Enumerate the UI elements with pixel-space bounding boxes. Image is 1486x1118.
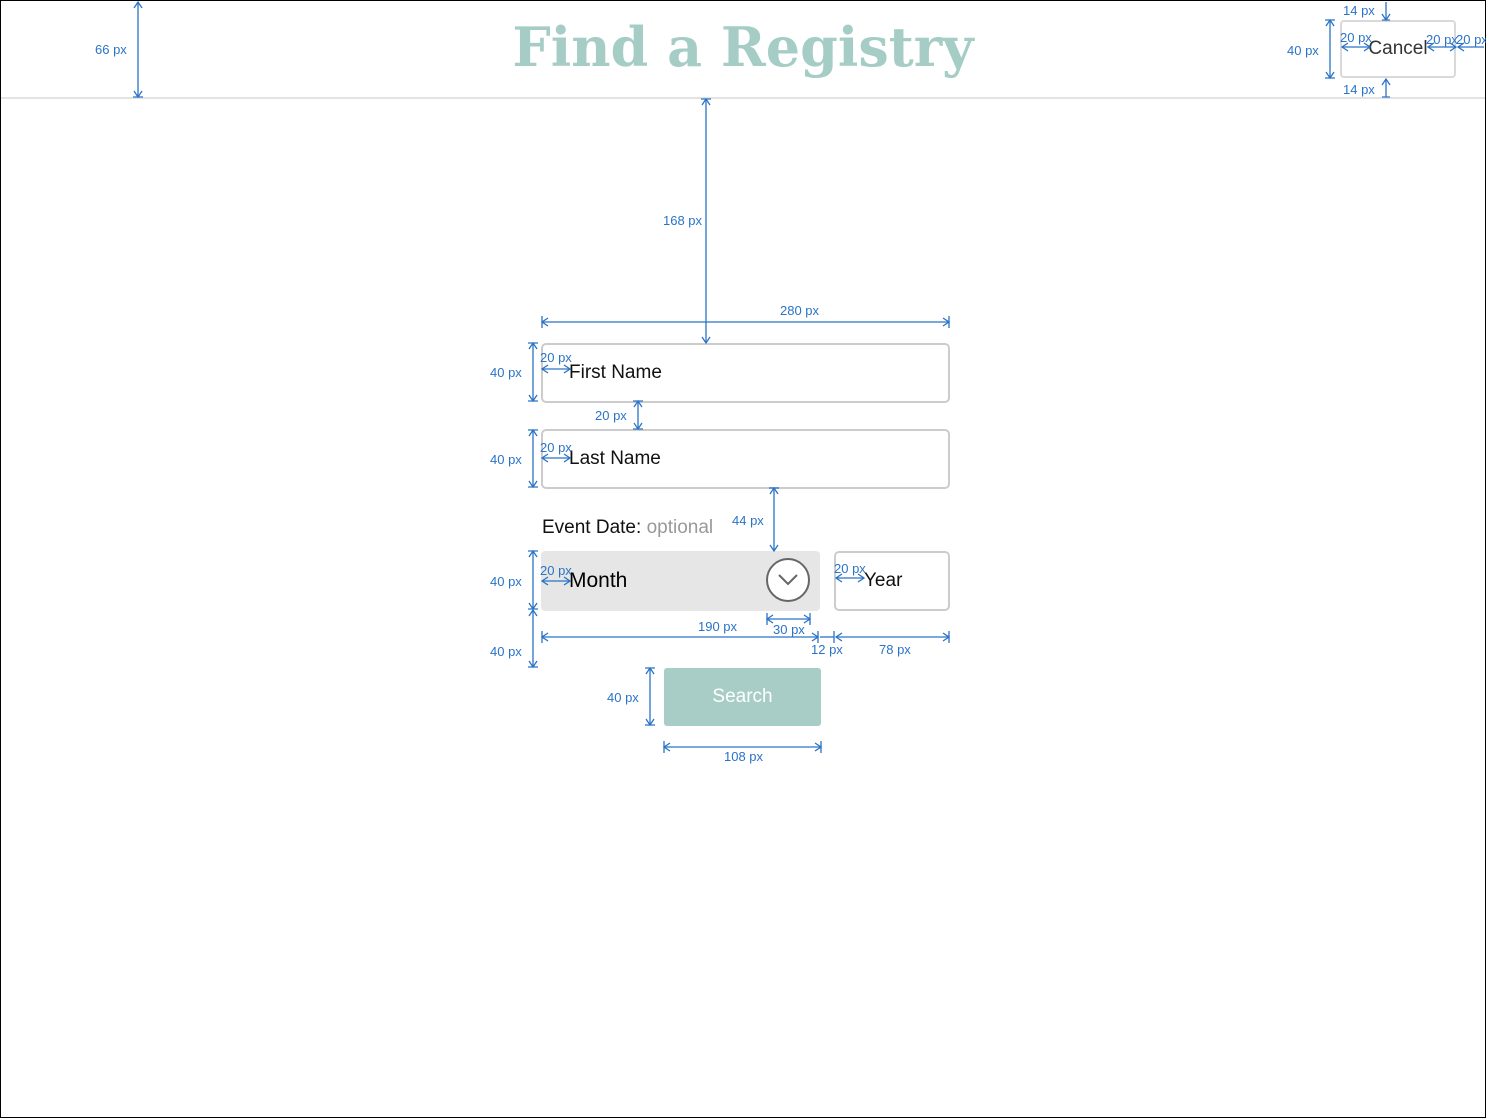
dim-chevron-width: 30 px	[773, 622, 805, 637]
dim-cancel-margin-right: 20 px	[1456, 32, 1486, 47]
dim-last-pad: 20 px	[540, 440, 572, 455]
dim-header-height: 66 px	[95, 42, 127, 57]
dim-month-width: 190 px	[698, 619, 738, 634]
dim-first-pad: 20 px	[540, 350, 572, 365]
dim-cancel-bottom: 14 px	[1343, 82, 1375, 97]
dim-year-width: 78 px	[879, 642, 911, 657]
dim-cancel-pad-right: 20 px	[1426, 32, 1458, 47]
dim-month-height: 40 px	[490, 574, 522, 589]
measurement-overlay: 66 px 14 px 14 px 40 px 20 px 20 px 20 p…	[95, 0, 1486, 764]
dim-last-height: 40 px	[490, 452, 522, 467]
dim-gap-to-form: 168 px	[663, 213, 703, 228]
dim-field-gap: 20 px	[595, 408, 627, 423]
dim-cancel-pad-left: 20 px	[1340, 30, 1372, 45]
dim-month-pad: 20 px	[540, 563, 572, 578]
dim-select-gap: 12 px	[811, 642, 843, 657]
dim-gap-to-search: 40 px	[490, 644, 522, 659]
dim-search-height: 40 px	[607, 690, 639, 705]
dim-first-height: 40 px	[490, 365, 522, 380]
dim-cancel-height: 40 px	[1287, 43, 1319, 58]
dim-search-width: 108 px	[724, 749, 764, 764]
dim-year-pad: 20 px	[834, 561, 866, 576]
dim-gap-to-month: 44 px	[732, 513, 764, 528]
dim-form-width: 280 px	[780, 303, 820, 318]
dim-cancel-top: 14 px	[1343, 3, 1375, 18]
